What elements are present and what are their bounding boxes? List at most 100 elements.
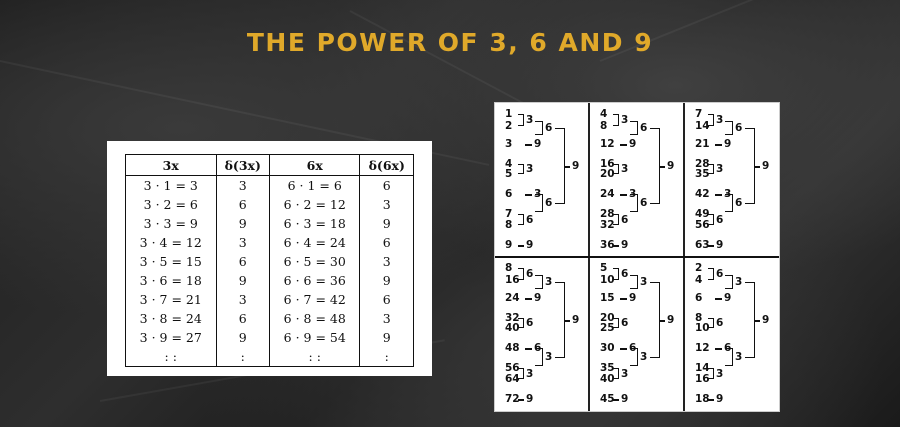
cell-result: 3 bbox=[621, 163, 629, 175]
dash-line bbox=[620, 298, 627, 300]
table-cell: : bbox=[359, 347, 414, 367]
dash-line bbox=[565, 166, 570, 168]
cell-result: 6 bbox=[526, 213, 534, 226]
bracket bbox=[745, 282, 755, 358]
dash-line bbox=[715, 194, 722, 196]
cell-result: 6 bbox=[716, 268, 724, 280]
cell-result: 9 bbox=[534, 138, 542, 150]
dash-line bbox=[715, 298, 722, 300]
bracket bbox=[745, 128, 755, 204]
cell-result: 9 bbox=[724, 138, 732, 150]
dash-line bbox=[518, 399, 524, 401]
cell-number: 9 bbox=[505, 239, 513, 251]
bracket bbox=[650, 128, 660, 204]
cell-number: 8 bbox=[600, 120, 608, 132]
dash-line bbox=[525, 348, 532, 350]
cell-number: 8 bbox=[505, 219, 513, 231]
cell-number: 24 bbox=[505, 292, 520, 304]
dash-line bbox=[620, 144, 627, 146]
table-cell: 3 · 5 = 15 bbox=[125, 252, 217, 271]
cell-number: 6 bbox=[695, 292, 703, 304]
cell-result: 3 bbox=[526, 163, 534, 175]
table-row: 3 · 4 = 12 3 6 · 4 = 24 6 bbox=[125, 233, 414, 252]
table-row: 3 · 1 = 336 · 1 = 66 bbox=[125, 175, 414, 195]
bracket bbox=[555, 282, 565, 358]
col-header-delta-3x: δ(3x) bbox=[216, 154, 270, 176]
cell-result: 9 bbox=[629, 292, 637, 304]
table-cell: 3 bbox=[359, 252, 414, 271]
cell-result: 3 bbox=[545, 276, 553, 288]
bracket bbox=[630, 348, 638, 366]
cell-result: 3 bbox=[640, 351, 648, 363]
bracket bbox=[708, 268, 714, 280]
cell-result: 9 bbox=[572, 160, 580, 172]
digital-root-grid-card: 1 2 3 4 5 6 7 8 9 3 3 6 9 3 6 6 9 9 4 8 12 16 20 24 28 32 36 3 3 6 9 3 6… bbox=[494, 102, 780, 412]
bracket bbox=[630, 194, 638, 212]
bracket bbox=[518, 368, 524, 379]
cell-result: 3 bbox=[545, 351, 553, 363]
bracket bbox=[535, 275, 543, 289]
cell-result: 3 bbox=[526, 367, 534, 380]
cell-number: 4 bbox=[695, 274, 703, 286]
table-cell: 3 bbox=[216, 290, 270, 309]
cell-result: 9 bbox=[762, 314, 770, 326]
bracket bbox=[555, 128, 565, 204]
grid-cell: 123456789336936699 bbox=[501, 109, 596, 263]
dash-line bbox=[660, 320, 665, 322]
dash-line bbox=[525, 144, 532, 146]
table-cell: 3 bbox=[359, 309, 414, 328]
dash-line bbox=[525, 298, 532, 300]
bracket bbox=[613, 268, 619, 280]
cell-number: 5 bbox=[600, 262, 608, 274]
cell-result: 3 bbox=[621, 367, 629, 380]
cell-result: 9 bbox=[762, 160, 770, 172]
bracket bbox=[708, 114, 714, 126]
cell-result: 6 bbox=[735, 122, 743, 134]
dash-line bbox=[525, 194, 532, 196]
table-row: 3 · 7 = 21 3 6 · 7 = 42 6 bbox=[125, 290, 414, 309]
dash-line bbox=[620, 348, 627, 350]
grid-cell: 2 4 6 8 10 12 14 16 18 6 6 3 9 6 3 3 9 9 bbox=[691, 263, 786, 417]
table-cell: 6 · 3 = 18 bbox=[269, 214, 361, 233]
cell-result: 9 bbox=[716, 393, 724, 405]
dash-line bbox=[518, 245, 524, 247]
col-header-delta-6x: δ(6x) bbox=[359, 154, 414, 176]
bracket bbox=[518, 318, 524, 328]
cell-result: 6 bbox=[640, 197, 648, 209]
cell-result: 9 bbox=[667, 314, 675, 326]
cell-result: 6 bbox=[640, 122, 648, 134]
dash-line bbox=[620, 194, 627, 196]
bracket bbox=[535, 194, 543, 212]
cell-number: 8 bbox=[505, 262, 513, 274]
dash-line bbox=[755, 166, 760, 168]
cell-result: 9 bbox=[667, 160, 675, 172]
dash-line bbox=[755, 320, 760, 322]
table-cell: 6 · 8 = 48 bbox=[269, 309, 361, 328]
cell-result: 9 bbox=[572, 314, 580, 326]
cell-result: 6 bbox=[526, 268, 534, 280]
cell-result: 3 bbox=[735, 276, 743, 288]
grid-cell: 7 14 21 28 35 42 49 56 63 3 3 6 9 3 6 6 9 9 bbox=[691, 109, 786, 263]
dash-line bbox=[565, 320, 570, 322]
table-cell: 3 bbox=[216, 233, 270, 252]
cell-result: 3 bbox=[716, 367, 724, 380]
table-row: 3 · 3 = 996 · 3 = 18 9 bbox=[125, 214, 414, 233]
table-cell: : bbox=[216, 347, 270, 367]
bracket bbox=[725, 275, 733, 289]
table-cell: 3 · 1 = 3 bbox=[125, 175, 217, 195]
table-cell: 3 · 4 = 12 bbox=[125, 233, 217, 252]
bracket bbox=[725, 121, 733, 135]
table-cell: 6 · 6 = 36 bbox=[269, 271, 361, 290]
table-cell: 6 bbox=[216, 195, 270, 214]
dash-line bbox=[715, 348, 722, 350]
cell-result: 6 bbox=[621, 268, 629, 280]
cell-number: 6 bbox=[505, 188, 513, 200]
table-cell: 9 bbox=[216, 328, 270, 347]
cell-result: 6 bbox=[735, 197, 743, 209]
cell-number: 5 bbox=[505, 168, 513, 180]
cell-result: 3 bbox=[526, 114, 534, 126]
cell-number: 15 bbox=[600, 292, 615, 304]
bracket bbox=[650, 282, 660, 358]
cell-result: 6 bbox=[526, 317, 534, 329]
cell-number: 48 bbox=[505, 342, 520, 354]
